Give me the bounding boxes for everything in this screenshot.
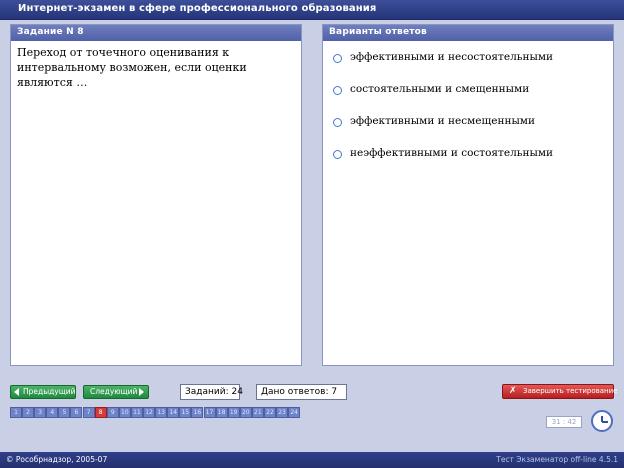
question-number-button[interactable]: 20	[239, 407, 252, 418]
radio-icon[interactable]	[333, 118, 342, 127]
status-bar: © Рособрнадзор, 2005-07 Тест Экзаменатор…	[0, 452, 624, 468]
copyright-text: © Рособрнадзор, 2005-07	[6, 455, 108, 464]
answer-option-1[interactable]: эффективными и несостоятельными	[323, 49, 613, 81]
question-number-button[interactable]: 24	[288, 407, 301, 418]
answered-count: Дано ответов: 7	[256, 384, 347, 400]
version-text: Тест Экзаменатор off-line 4.5.1	[496, 455, 618, 464]
clock-minute-hand	[602, 421, 608, 423]
window-title: Интернет-экзамен в сфере профессионально…	[18, 3, 377, 14]
tasks-count: Заданий: 24	[180, 384, 243, 400]
timer-display: 31 : 42	[546, 416, 582, 428]
question-number-button[interactable]: 12	[143, 407, 156, 418]
next-label: Следующий	[90, 387, 138, 396]
answers-panel: Варианты ответов эффективными и несостоя…	[322, 24, 614, 366]
question-panel: Задание N 8 Переход от точечного оценива…	[10, 24, 302, 366]
question-number-button[interactable]: 5	[58, 407, 71, 418]
answer-list: эффективными и несостоятельными состояте…	[323, 41, 613, 177]
answers-header: Варианты ответов	[323, 25, 613, 41]
question-number-button[interactable]: 7	[82, 407, 95, 418]
question-header: Задание N 8	[11, 25, 301, 41]
title-bar: Интернет-экзамен в сфере профессионально…	[0, 0, 624, 20]
question-number-button[interactable]: 22	[263, 407, 276, 418]
previous-label: Предыдущий	[23, 387, 76, 396]
question-number-button[interactable]: 11	[130, 407, 143, 418]
running-man-icon: ✗	[509, 386, 517, 396]
answer-option-2[interactable]: состоятельными и смещенными	[323, 81, 613, 113]
previous-button[interactable]: Предыдущий	[10, 385, 76, 399]
question-number-button[interactable]: 3	[34, 407, 47, 418]
radio-icon[interactable]	[333, 54, 342, 63]
question-text: Переход от точечного оценивания к интерв…	[17, 46, 247, 89]
question-number-button[interactable]: 23	[276, 407, 289, 418]
question-number-button[interactable]: 8	[94, 407, 107, 418]
answer-label[interactable]: неэффективными и состоятельными	[350, 147, 553, 159]
question-number-button[interactable]: 21	[251, 407, 264, 418]
finish-label: Завершить тестирование	[523, 387, 618, 395]
question-number-button[interactable]: 2	[22, 407, 35, 418]
question-number-strip: 1 2 3 4 5 6 7 8 9 10 11 12 13 14 15 16 17 18 19 20 21 22 23 24	[10, 407, 301, 418]
question-number-button[interactable]: 14	[167, 407, 180, 418]
question-number-button[interactable]: 1	[10, 407, 22, 418]
radio-icon[interactable]	[333, 150, 342, 159]
finish-test-button[interactable]: ✗ Завершить тестирование	[502, 384, 618, 399]
question-number-button[interactable]: 19	[227, 407, 240, 418]
answer-label[interactable]: эффективными и несмещенными	[350, 115, 535, 127]
answer-label[interactable]: состоятельными и смещенными	[350, 83, 529, 95]
question-number-button[interactable]: 4	[46, 407, 59, 418]
answer-label[interactable]: эффективными и несостоятельными	[350, 51, 553, 63]
question-number-button[interactable]: 15	[179, 407, 192, 418]
question-number-button[interactable]: 16	[191, 407, 204, 418]
question-number-button[interactable]: 13	[155, 407, 168, 418]
answer-option-3[interactable]: эффективными и несмещенными	[323, 113, 613, 145]
question-number-button[interactable]: 18	[215, 407, 228, 418]
arrow-left-icon	[14, 388, 19, 396]
question-number-button[interactable]: 10	[118, 407, 131, 418]
next-button[interactable]: Следующий	[83, 385, 149, 399]
arrow-right-icon	[139, 388, 144, 396]
exam-window: Интернет-экзамен в сфере профессионально…	[0, 0, 624, 468]
question-number-button[interactable]: 6	[70, 407, 83, 418]
radio-icon[interactable]	[333, 86, 342, 95]
question-number-button[interactable]: 17	[203, 407, 216, 418]
question-number-button[interactable]: 9	[106, 407, 119, 418]
clock-icon	[591, 410, 613, 432]
answer-option-4[interactable]: неэффективными и состоятельными	[323, 145, 613, 177]
